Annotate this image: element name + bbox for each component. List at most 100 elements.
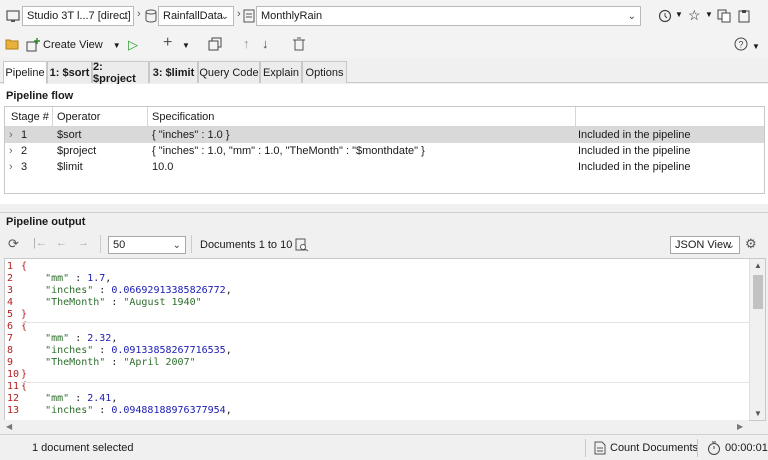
code-text: "inches" : 0.09488188976377954, xyxy=(21,405,232,416)
scrollbar-thumb[interactable] xyxy=(753,275,763,309)
tab-label: Query Code xyxy=(199,66,259,79)
scroll-right-icon[interactable]: ▶ xyxy=(737,422,743,431)
column-header-stage: Stage # xyxy=(11,111,49,123)
star-icon[interactable]: ☆ xyxy=(688,7,701,24)
create-view-label: Create View xyxy=(43,39,103,51)
gear-icon[interactable]: ⚙ xyxy=(745,236,757,252)
code-line[interactable]: 1{ xyxy=(5,261,750,273)
history-icon[interactable] xyxy=(658,9,672,23)
column-header-operator: Operator xyxy=(57,111,101,123)
scroll-down-icon[interactable]: ▼ xyxy=(754,409,762,418)
json-editor[interactable]: 1{2 "mm" : 1.7, 3 "inches" : 0.0669291338… xyxy=(4,258,766,421)
collection-icon xyxy=(243,9,255,23)
run-icon[interactable]: ▷ xyxy=(128,37,138,53)
code-text: "TheMonth" : "August 1940" xyxy=(21,297,202,308)
count-documents-button[interactable]: Count Documents xyxy=(594,440,698,456)
line-number: 10 xyxy=(7,369,20,380)
pipeline-output-title: Pipeline output xyxy=(6,216,86,228)
code-line[interactable]: 5} xyxy=(5,309,750,321)
chevron-right-icon[interactable]: › xyxy=(9,129,13,141)
scroll-up-icon[interactable]: ▲ xyxy=(754,261,762,270)
code-line[interactable]: 7 "mm" : 2.32, xyxy=(5,333,750,345)
chevron-right-icon[interactable]: › xyxy=(9,145,13,157)
stage-status: Included in the pipeline xyxy=(578,145,691,157)
code-line[interactable]: 13 "inches" : 0.09488188976377954, xyxy=(5,405,750,417)
table-row[interactable]: › 2 $project { "inches" : 1.0, "mm" : 1.… xyxy=(5,143,764,159)
chevron-down-icon[interactable]: ▼ xyxy=(705,10,713,19)
status-divider xyxy=(697,439,698,457)
previous-page-icon[interactable]: ← xyxy=(56,237,67,249)
query-timer: 00:00:01 xyxy=(707,440,768,456)
trash-icon[interactable] xyxy=(292,37,306,51)
help-icon[interactable]: ? xyxy=(734,37,748,51)
vertical-scrollbar[interactable]: ▲ ▼ xyxy=(749,259,765,420)
database-selector[interactable]: RainfallData ⌄ xyxy=(158,6,234,26)
documents-range: Documents 1 to 10 xyxy=(200,239,293,251)
table-row[interactable]: › 3 $limit 10.0 Included in the pipeline xyxy=(5,159,764,175)
move-down-icon[interactable]: ↓ xyxy=(262,36,269,51)
tab-options[interactable]: Options xyxy=(302,61,347,83)
tab-label: Explain xyxy=(262,66,300,79)
code-line[interactable]: 9 "TheMonth" : "April 2007" xyxy=(5,357,750,369)
folder-open-icon[interactable] xyxy=(5,37,19,51)
document-separator xyxy=(21,382,750,383)
view-mode-select[interactable]: JSON View ⌄ xyxy=(670,236,740,254)
database-icon xyxy=(145,9,157,23)
chevron-down-icon[interactable]: ▼ xyxy=(752,42,760,51)
tab-project[interactable]: 2: $project xyxy=(92,60,149,85)
tab-explain[interactable]: Explain xyxy=(260,61,302,83)
svg-text:?: ? xyxy=(738,40,743,50)
tab-sort[interactable]: 1: $sort xyxy=(47,61,92,83)
line-number: 13 xyxy=(7,405,20,416)
chevron-down-icon[interactable]: ▼ xyxy=(675,10,683,19)
code-text: "mm" : 1.7, xyxy=(21,273,112,284)
chevron-down-icon: ⌄ xyxy=(120,10,129,22)
tab-label: Options xyxy=(305,66,344,79)
tab-query-code[interactable]: Query Code xyxy=(198,61,260,83)
code-line[interactable]: 4 "TheMonth" : "August 1940" xyxy=(5,297,750,309)
code-text: "mm" : 2.32, xyxy=(21,333,118,344)
code-line[interactable]: 2 "mm" : 1.7, xyxy=(5,273,750,285)
duplicate-icon[interactable] xyxy=(208,37,222,51)
chevron-down-icon: ⌄ xyxy=(627,10,636,22)
clipboard-icon[interactable] xyxy=(737,9,751,23)
connection-selector[interactable]: Studio 3T l...7 [direct] ⌄ xyxy=(22,6,134,26)
table-row[interactable]: › 1 $sort { "inches" : 1.0 } Included in… xyxy=(5,127,764,143)
next-page-icon[interactable]: → xyxy=(78,237,89,249)
document-separator xyxy=(21,322,750,323)
code-line[interactable]: 8 "inches" : 0.09133858267716535, xyxy=(5,345,750,357)
move-up-icon[interactable]: ↑ xyxy=(243,36,250,51)
timer-value: 00:00:01 xyxy=(725,442,768,454)
first-page-icon[interactable]: |← xyxy=(33,237,47,249)
code-line[interactable]: 3 "inches" : 0.06692913385826772, xyxy=(5,285,750,297)
stage-operator: $sort xyxy=(57,129,82,141)
code-text: "mm" : 2.41, xyxy=(21,393,118,404)
line-number: 9 xyxy=(7,357,14,368)
chevron-right-icon[interactable]: › xyxy=(9,161,13,173)
add-stage-icon[interactable]: + xyxy=(163,34,172,52)
collection-selector[interactable]: MonthlyRain ⌄ xyxy=(256,6,641,26)
status-divider xyxy=(585,439,586,457)
count-search-icon[interactable] xyxy=(295,238,309,252)
chevron-down-icon[interactable]: ▼ xyxy=(182,41,190,50)
stage-status: Included in the pipeline xyxy=(578,161,691,173)
toolbar-divider xyxy=(100,235,101,253)
tab-pipeline[interactable]: Pipeline xyxy=(3,61,47,84)
create-view-button[interactable]: Create View ▼ xyxy=(26,36,121,54)
scroll-left-icon[interactable]: ◀ xyxy=(6,422,12,431)
chevron-down-icon: ⌄ xyxy=(220,10,229,22)
code-line[interactable]: 10} xyxy=(5,369,750,381)
page-size-select[interactable]: 50 ⌄ xyxy=(108,236,186,254)
chevron-down-icon: ⌄ xyxy=(172,239,181,251)
code-line[interactable]: 12 "mm" : 2.41, xyxy=(5,393,750,405)
horizontal-scrollbar[interactable]: ◀ ▶ xyxy=(4,420,749,434)
refresh-icon[interactable]: ⟳ xyxy=(8,236,19,252)
tab-limit[interactable]: 3: $limit xyxy=(149,61,198,83)
panel-splitter[interactable] xyxy=(0,204,768,212)
create-view-icon xyxy=(26,38,40,52)
page-size-value: 50 xyxy=(113,239,126,251)
collection-label: MonthlyRain xyxy=(261,10,323,22)
copy-icon[interactable] xyxy=(717,9,731,23)
status-bar: 1 document selected Count Documents 00:0… xyxy=(0,434,768,460)
tab-label: 2: $project xyxy=(93,60,136,85)
